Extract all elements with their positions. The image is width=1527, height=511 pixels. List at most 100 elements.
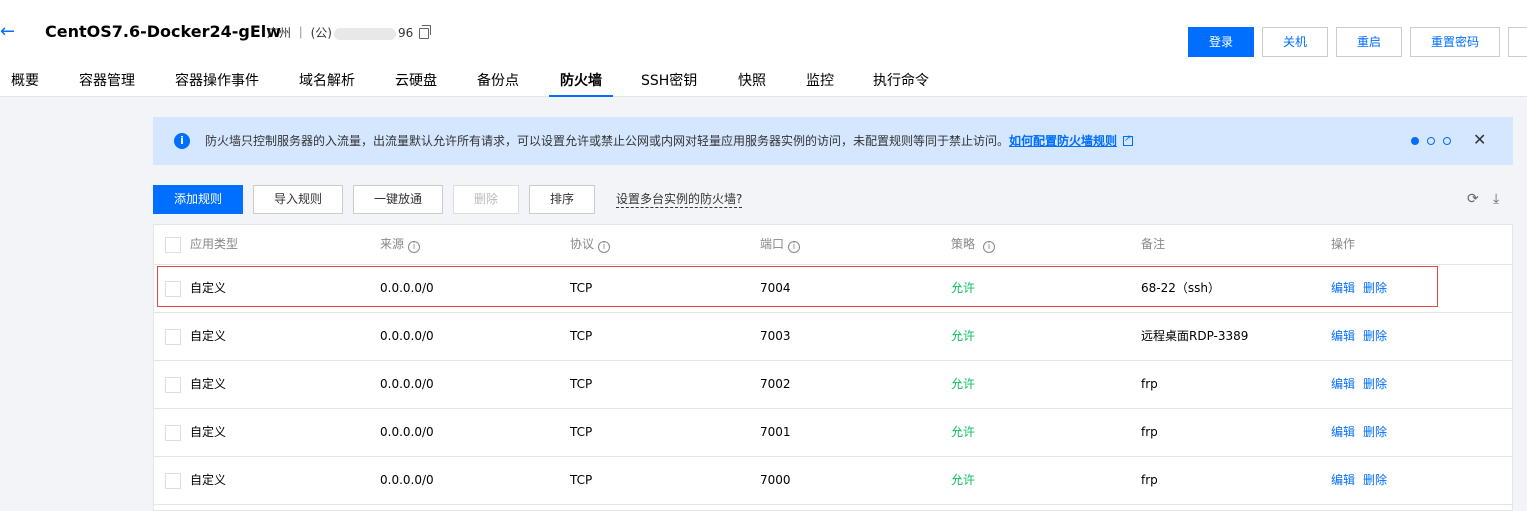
instance-meta: 广州 ｜ (公) 96: [267, 25, 432, 41]
masked-ip: [334, 27, 396, 40]
edit-link[interactable]: 编辑: [1331, 361, 1355, 409]
more-button[interactable]: [1508, 27, 1527, 57]
login-button[interactable]: 登录: [1188, 27, 1254, 57]
download-icon[interactable]: ⤓: [1493, 191, 1507, 207]
rule-toolbar: 添加规则 导入规则 一键放通 删除 排序 设置多台实例的防火墙? ⟳ ⤓: [153, 185, 1513, 214]
cell-protocol: TCP: [570, 329, 593, 343]
table-row: 自定义 0.0.0.0/0 TCP 7000 允许 frp 编辑 删除: [154, 457, 1512, 505]
notice-text: 防火墙只控制服务器的入流量，出流量默认允许所有请求，可以设置允许或禁止公网或内网…: [205, 134, 1010, 148]
cell-port: 7000: [760, 473, 791, 487]
policy-help-icon[interactable]: i: [983, 241, 996, 253]
instance-title: CentOS7.6-Docker24-gElw: [45, 22, 282, 41]
row-checkbox[interactable]: [165, 281, 181, 297]
table-header: 应用类型 来源 i 协议 i 端口 i 策略 i 备注 操作: [154, 225, 1512, 265]
row-checkbox[interactable]: [165, 473, 181, 489]
import-rule-button[interactable]: 导入规则: [253, 185, 343, 214]
row-checkbox[interactable]: [165, 425, 181, 441]
tab-container-events[interactable]: 容器操作事件: [175, 62, 259, 97]
protocol-help-icon[interactable]: i: [598, 241, 611, 253]
cell-port: 7004: [760, 281, 791, 295]
tab-snapshot[interactable]: 快照: [738, 62, 766, 97]
select-all-checkbox[interactable]: [165, 237, 181, 253]
col-source-label: 来源: [380, 237, 405, 251]
cell-source: 0.0.0.0/0: [380, 281, 434, 295]
reset-password-button[interactable]: 重置密码: [1410, 27, 1500, 57]
restart-button[interactable]: 重启: [1336, 27, 1402, 57]
table-row: 自定义 0.0.0.0/0 TCP 7002 允许 frp 编辑 删除: [154, 361, 1512, 409]
firewall-notice: i 防火墙只控制服务器的入流量，出流量默认允许所有请求，可以设置允许或禁止公网或…: [153, 117, 1513, 165]
tab-firewall[interactable]: 防火墙: [549, 62, 613, 97]
ip-suffix: 96: [398, 26, 414, 40]
cell-policy: 允许: [951, 377, 976, 391]
cell-type: 自定义: [190, 473, 227, 487]
refresh-icon[interactable]: ⟳: [1467, 191, 1481, 207]
region-label: 广州 ｜ (公): [267, 26, 332, 40]
allow-all-button[interactable]: 一键放通: [353, 185, 443, 214]
firewall-rules-table: 应用类型 来源 i 协议 i 端口 i 策略 i 备注 操作 自定义 0.0.0.0/0…: [153, 224, 1513, 511]
cell-source: 0.0.0.0/0: [380, 377, 434, 391]
table-row: 自定义 0.0.0.0/0 TCP 7001 允许 frp 编辑 删除: [154, 409, 1512, 457]
col-port: 端口 i: [760, 225, 801, 265]
shutdown-button[interactable]: 关机: [1262, 27, 1328, 57]
delete-rules-button[interactable]: 删除: [453, 185, 519, 214]
back-arrow-icon[interactable]: ←: [0, 22, 18, 42]
external-link-icon[interactable]: [1123, 131, 1134, 147]
cell-type: 自定义: [190, 425, 227, 439]
cell-protocol: TCP: [570, 473, 593, 487]
col-source: 来源 i: [380, 225, 421, 265]
cell-policy: 允许: [951, 281, 976, 295]
tab-cloud-disk[interactable]: 云硬盘: [395, 62, 437, 97]
edit-link[interactable]: 编辑: [1331, 265, 1355, 313]
cell-source: 0.0.0.0/0: [380, 425, 434, 439]
copy-icon[interactable]: [419, 25, 432, 39]
info-icon: i: [174, 133, 190, 149]
row-checkbox[interactable]: [165, 329, 181, 345]
delete-link[interactable]: 删除: [1363, 409, 1387, 457]
table-row: 自定义 0.0.0.0/0 TCP 7003 允许 远程桌面RDP-3389 编…: [154, 313, 1512, 361]
cell-protocol: TCP: [570, 377, 593, 391]
delete-link[interactable]: 删除: [1363, 457, 1387, 505]
cell-port: 7003: [760, 329, 791, 343]
cell-protocol: TCP: [570, 425, 593, 439]
port-help-icon[interactable]: i: [788, 241, 801, 253]
close-icon[interactable]: ✕: [1473, 130, 1489, 150]
cell-source: 0.0.0.0/0: [380, 329, 434, 343]
tab-backup[interactable]: 备份点: [477, 62, 519, 97]
col-actions: 操作: [1331, 237, 1356, 251]
multi-instance-firewall-link[interactable]: 设置多台实例的防火墙?: [616, 191, 743, 208]
cell-note: frp: [1141, 425, 1158, 439]
edit-link[interactable]: 编辑: [1331, 457, 1355, 505]
pager-dot-3[interactable]: [1443, 137, 1451, 145]
cell-note: 远程桌面RDP-3389: [1141, 329, 1249, 343]
cell-protocol: TCP: [570, 281, 593, 295]
pager-dot-1[interactable]: [1411, 137, 1419, 145]
cell-policy: 允许: [951, 473, 976, 487]
tab-monitor[interactable]: 监控: [806, 62, 834, 97]
source-help-icon[interactable]: i: [408, 241, 421, 253]
tab-run-command[interactable]: 执行命令: [873, 62, 929, 97]
cell-type: 自定义: [190, 377, 227, 391]
edit-link[interactable]: 编辑: [1331, 409, 1355, 457]
cell-type: 自定义: [190, 329, 227, 343]
cell-note: frp: [1141, 473, 1158, 487]
edit-link[interactable]: 编辑: [1331, 313, 1355, 361]
tab-containers[interactable]: 容器管理: [79, 62, 135, 97]
cell-type: 自定义: [190, 281, 227, 295]
cell-port: 7002: [760, 377, 791, 391]
row-checkbox[interactable]: [165, 377, 181, 393]
cell-port: 7001: [760, 425, 791, 439]
delete-link[interactable]: 删除: [1363, 361, 1387, 409]
col-policy: 策略 i: [951, 225, 996, 265]
pager-dot-2[interactable]: [1427, 137, 1435, 145]
add-rule-button[interactable]: 添加规则: [153, 185, 243, 214]
col-app-type: 应用类型: [190, 237, 239, 251]
tab-dns[interactable]: 域名解析: [299, 62, 355, 97]
sort-button[interactable]: 排序: [529, 185, 595, 214]
tab-ssh-keys[interactable]: SSH密钥: [641, 62, 697, 97]
delete-link[interactable]: 删除: [1363, 265, 1387, 313]
table-row: 自定义 0.0.0.0/0 TCP 7004 允许 68-22（ssh） 编辑 …: [154, 265, 1512, 313]
firewall-help-link[interactable]: 如何配置防火墙规则: [1009, 134, 1117, 148]
delete-link[interactable]: 删除: [1363, 313, 1387, 361]
col-protocol-label: 协议: [570, 237, 595, 251]
tab-overview[interactable]: 概要: [11, 62, 39, 97]
